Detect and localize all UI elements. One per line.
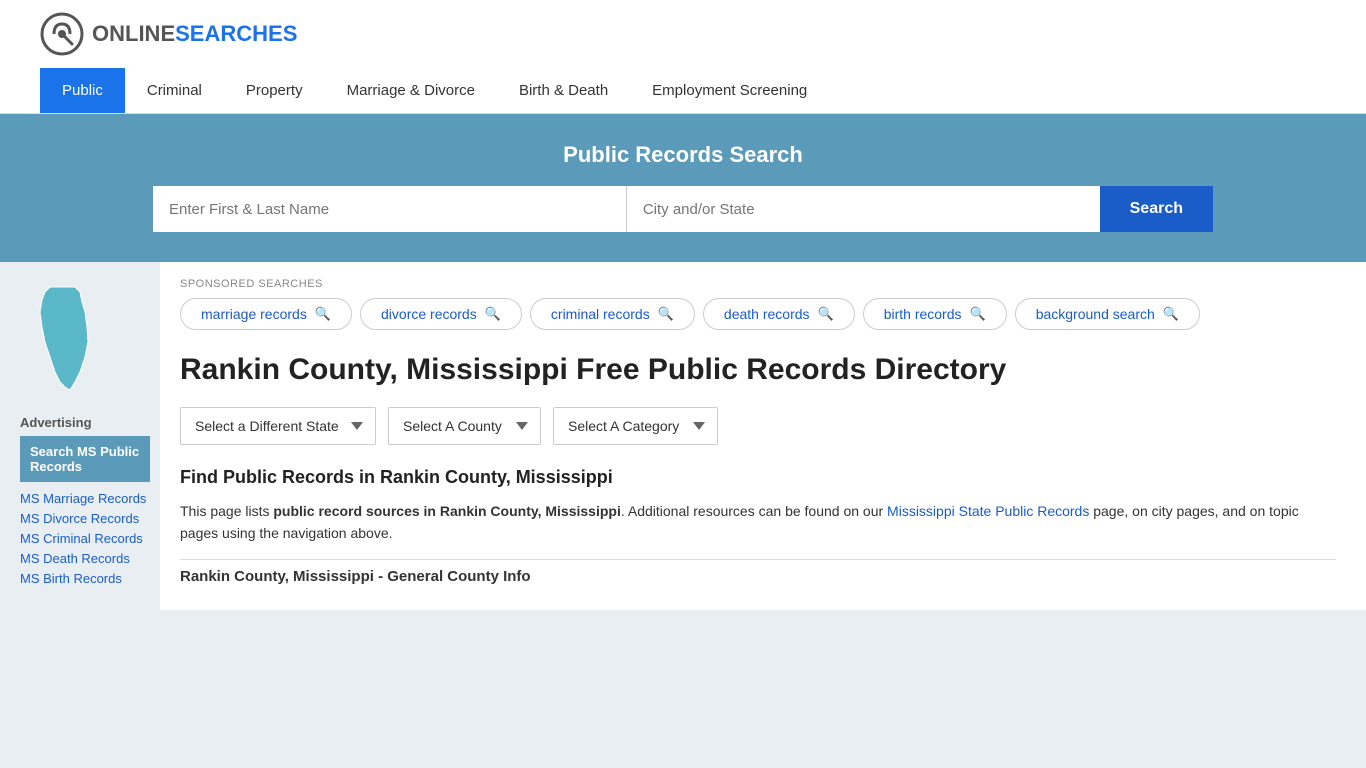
search-tags: marriage records 🔍 divorce records 🔍 cri… <box>180 298 1336 330</box>
sidebar-link-death[interactable]: MS Death Records <box>20 550 150 566</box>
find-records-text: This page lists public record sources in… <box>180 500 1336 545</box>
tag-marriage[interactable]: marriage records 🔍 <box>180 298 352 330</box>
search-icon: 🔍 <box>485 306 501 322</box>
section-divider <box>180 559 1336 560</box>
search-icon: 🔍 <box>1163 306 1179 322</box>
mississippi-map-icon <box>20 282 110 392</box>
ad-box[interactable]: Search MS Public Records <box>20 436 150 482</box>
state-dropdown[interactable]: Select a Different State <box>180 407 376 445</box>
sidebar-link-marriage[interactable]: MS Marriage Records <box>20 490 150 506</box>
state-map <box>20 282 150 395</box>
ms-state-records-link[interactable]: Mississippi State Public Records <box>887 503 1089 519</box>
county-info-title: Rankin County, Mississippi - General Cou… <box>180 568 1336 585</box>
county-dropdown[interactable]: Select A County <box>388 407 541 445</box>
logo[interactable]: ONLINESEARCHES <box>40 12 297 56</box>
search-icon: 🔍 <box>658 306 674 322</box>
nav-item-public[interactable]: Public <box>40 68 125 113</box>
sponsored-label: SPONSORED SEARCHES <box>180 278 1336 290</box>
search-banner-title: Public Records Search <box>40 142 1326 168</box>
dropdowns-row: Select a Different State Select A County… <box>180 407 1336 445</box>
tag-birth[interactable]: birth records 🔍 <box>863 298 1007 330</box>
category-dropdown[interactable]: Select A Category <box>553 407 718 445</box>
nav-item-marriage[interactable]: Marriage & Divorce <box>325 68 497 113</box>
tag-death[interactable]: death records 🔍 <box>703 298 855 330</box>
tag-divorce[interactable]: divorce records 🔍 <box>360 298 522 330</box>
find-records-title: Find Public Records in Rankin County, Mi… <box>180 467 1336 488</box>
nav-item-birth[interactable]: Birth & Death <box>497 68 630 113</box>
advertising-label: Advertising <box>20 415 150 430</box>
main-content: Advertising Search MS Public Records MS … <box>0 262 1366 610</box>
county-dropdown-wrap: Select A County <box>388 407 541 445</box>
search-banner: Public Records Search Search <box>0 114 1366 262</box>
search-icon: 🔍 <box>970 306 986 322</box>
sponsored-section: SPONSORED SEARCHES marriage records 🔍 di… <box>180 278 1336 330</box>
page-title: Rankin County, Mississippi Free Public R… <box>180 350 1336 389</box>
sidebar-link-birth[interactable]: MS Birth Records <box>20 570 150 586</box>
search-form: Search <box>153 186 1213 232</box>
find-records-section: Find Public Records in Rankin County, Mi… <box>180 467 1336 545</box>
tag-criminal[interactable]: criminal records 🔍 <box>530 298 695 330</box>
state-dropdown-wrap: Select a Different State <box>180 407 376 445</box>
nav-item-criminal[interactable]: Criminal <box>125 68 224 113</box>
page-content: SPONSORED SEARCHES marriage records 🔍 di… <box>160 262 1366 610</box>
search-icon: 🔍 <box>818 306 834 322</box>
search-icon: 🔍 <box>315 306 331 322</box>
sidebar-link-criminal[interactable]: MS Criminal Records <box>20 530 150 546</box>
location-input[interactable] <box>627 186 1100 232</box>
search-button[interactable]: Search <box>1100 186 1213 232</box>
sidebar-links: MS Marriage Records MS Divorce Records M… <box>20 490 150 586</box>
sidebar-link-divorce[interactable]: MS Divorce Records <box>20 510 150 526</box>
tag-background[interactable]: background search 🔍 <box>1015 298 1200 330</box>
nav-item-employment[interactable]: Employment Screening <box>630 68 829 113</box>
category-dropdown-wrap: Select A Category <box>553 407 718 445</box>
nav-item-property[interactable]: Property <box>224 68 325 113</box>
name-input[interactable] <box>153 186 627 232</box>
main-nav: Public Criminal Property Marriage & Divo… <box>0 68 1366 114</box>
logo-icon <box>40 12 84 56</box>
sidebar: Advertising Search MS Public Records MS … <box>0 262 160 610</box>
logo-text: ONLINESEARCHES <box>92 21 297 47</box>
site-header: ONLINESEARCHES <box>0 0 1366 68</box>
